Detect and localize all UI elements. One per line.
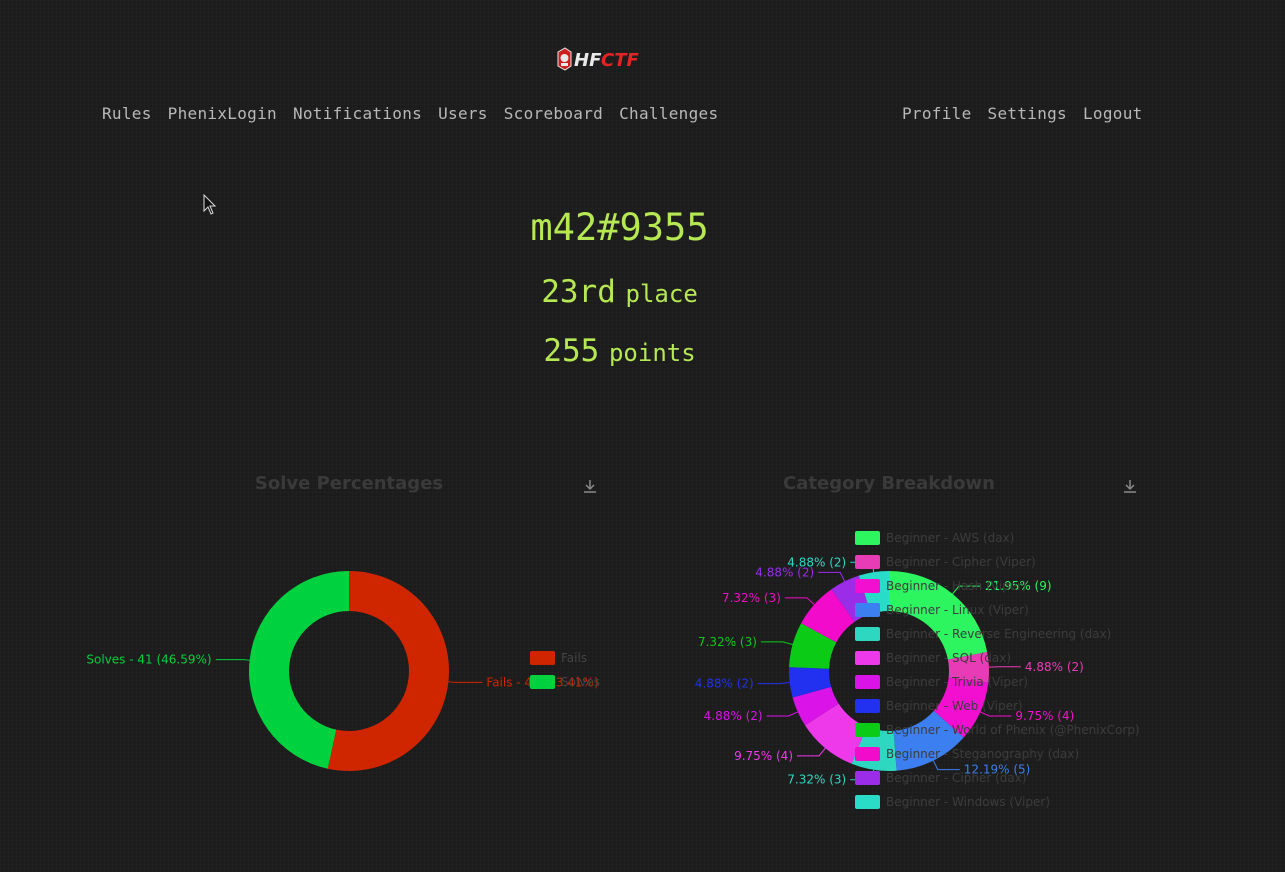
chart1-legend-swatch-6	[855, 675, 880, 689]
chart1-leader-5	[797, 747, 826, 757]
chart0-legend-label-0: Fails	[561, 651, 587, 665]
chart1-data-label-4: 7.32% (3)	[787, 773, 846, 787]
chart1-legend-label-11: Beginner - Windows (Viper)	[886, 795, 1050, 809]
chart1-legend-label-9: Beginner - Steganography (dax)	[886, 747, 1079, 761]
chart1-legend-label-3: Beginner - Linux (Viper)	[886, 603, 1029, 617]
chart1-legend-swatch-1	[855, 555, 880, 569]
chart1-data-label-5: 9.75% (4)	[734, 749, 793, 763]
chart1-leader-9	[784, 597, 815, 605]
chart1-legend-swatch-3	[855, 603, 880, 617]
chart0-slice-1	[249, 571, 349, 769]
chart1-legend-label-0: Beginner - AWS (dax)	[886, 531, 1014, 545]
chart1-legend-label-2: Beginner - Hash (Viper)	[886, 579, 1027, 593]
chart1-data-label-7: 4.88% (2)	[695, 677, 754, 691]
chart1-data-label-11: 4.88% (2)	[787, 555, 846, 569]
chart1-legend-swatch-7	[855, 699, 880, 713]
chart1-leader-10	[818, 571, 846, 582]
chart0-legend-label-1: Solves	[561, 675, 600, 689]
chart1-legend-label-7: Beginner - Web (Viper)	[886, 699, 1023, 713]
chart1-data-label-2: 9.75% (4)	[1015, 709, 1074, 723]
chart1-legend-label-6: Beginner - Trivia (Viper)	[886, 675, 1028, 689]
chart0-leader-1	[215, 659, 250, 661]
chart1-legend-label-10: Beginner - Cipher (dax)	[886, 771, 1027, 785]
chart1-legend-swatch-0	[855, 531, 880, 545]
chart1-legend-label-8: Beginner - World of Phenix (@PhenixCorp)	[886, 723, 1140, 737]
chart1-leader-6	[766, 711, 798, 717]
chart1-legend-swatch-9	[855, 747, 880, 761]
charts-canvas: Fails - 47 (53.41%)Solves - 41 (46.59%)F…	[86, 531, 1140, 809]
chart0-data-label-1: Solves - 41 (46.59%)	[86, 653, 211, 667]
chart0-legend-swatch-0	[530, 651, 555, 665]
chart1-data-label-6: 4.88% (2)	[704, 709, 763, 723]
chart0-legend-swatch-1	[530, 675, 555, 689]
chart1-data-label-9: 7.32% (3)	[722, 591, 781, 605]
chart1-leader-3	[932, 760, 960, 771]
chart1-leader-7	[757, 681, 790, 685]
chart1-legend-swatch-2	[855, 579, 880, 593]
chart1-legend-swatch-11	[855, 795, 880, 809]
chart1-legend-label-5: Beginner - SQL (dax)	[886, 651, 1011, 665]
chart1-legend-label-1: Beginner - Cipher (Viper)	[886, 555, 1036, 569]
chart1-legend-swatch-4	[855, 627, 880, 641]
chart1-leader-8	[760, 641, 793, 645]
chart1-data-label-8: 7.32% (3)	[698, 635, 757, 649]
chart1-legend-swatch-8	[855, 723, 880, 737]
chart1-legend-label-4: Beginner - Reverse Engineering (dax)	[886, 627, 1111, 641]
chart1-legend-swatch-5	[855, 651, 880, 665]
chart0-leader-0	[448, 681, 483, 683]
chart1-data-label-1: 4.88% (2)	[1025, 660, 1084, 674]
chart1-legend-swatch-10	[855, 771, 880, 785]
